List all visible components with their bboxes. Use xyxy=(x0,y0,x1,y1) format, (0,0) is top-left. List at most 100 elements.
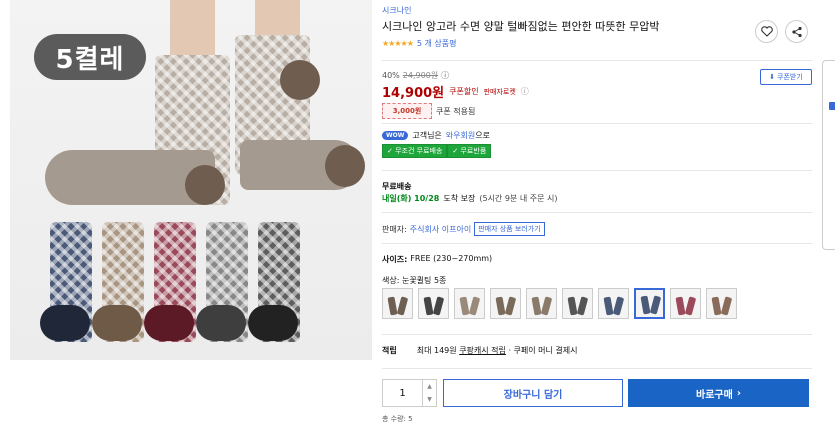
buy-now-button[interactable]: 바로구매 › xyxy=(628,379,809,407)
quantity-arrows: ▲ ▼ xyxy=(422,380,436,406)
color-swatch[interactable] xyxy=(634,288,665,319)
color-swatch[interactable] xyxy=(670,288,701,319)
discount-row: 40% 24,900원 ⓘ xyxy=(382,70,449,81)
swatch-sock-thumb xyxy=(423,296,434,316)
wow-suffix: 으로 xyxy=(475,131,490,140)
swatch-sock-thumb xyxy=(432,296,445,316)
color-swatch[interactable] xyxy=(526,288,557,319)
price-label: 쿠폰할인 xyxy=(449,87,479,96)
wishlist-button[interactable] xyxy=(755,20,778,43)
points-detail: 최대 149원 쿠팡캐시 적립 · 쿠페이 머니 결제시 xyxy=(417,345,578,356)
delivery-note: (5시간 9분 내 주문 시) xyxy=(479,194,558,203)
swatch-sock-thumb xyxy=(720,296,733,316)
sock-worn-left-heel xyxy=(185,165,225,205)
divider xyxy=(382,123,812,124)
swatch-sock-thumb xyxy=(387,296,398,316)
color-swatch[interactable] xyxy=(382,288,413,319)
chevron-down-icon[interactable]: ▼ xyxy=(423,393,436,406)
divider xyxy=(382,243,812,244)
buy-now-label: 바로구매 xyxy=(696,389,733,401)
seller-rocket-badge: 판매자로켓 xyxy=(483,87,516,96)
review-count[interactable]: 5 개 상품평 xyxy=(417,38,457,49)
sock-worn-right-heel xyxy=(280,60,320,100)
coupang-cash-link[interactable]: 쿠팡캐시 적립 xyxy=(459,346,506,355)
flat-sock-beige-toe xyxy=(92,305,142,341)
price-row: 14,900원 쿠폰할인 판매자로켓 ⓘ xyxy=(382,82,529,101)
swatch-sock-thumb xyxy=(675,296,686,316)
share-icon xyxy=(791,26,802,37)
checkbox-icon[interactable] xyxy=(829,102,835,110)
points-suffix: · 쿠페이 머니 결제시 xyxy=(508,346,578,355)
seller-row: 판매자: 주식회사 이프아이 판매자 상품 보러가기 xyxy=(382,222,545,236)
swatch-sock-thumb xyxy=(649,295,662,315)
free-return-tag: ✓ 무료반품 xyxy=(447,144,492,158)
flat-sock-charcoal-toe xyxy=(248,305,298,341)
color-swatch[interactable] xyxy=(418,288,449,319)
swatch-sock-thumb xyxy=(684,296,697,316)
quantity-stepper[interactable]: 1 ▲ ▼ xyxy=(382,379,437,407)
swatch-sock-thumb xyxy=(612,296,625,316)
coupon-download-button[interactable]: ⬇ 쿠폰받기 xyxy=(760,69,812,85)
share-button[interactable] xyxy=(785,20,808,43)
chevron-up-icon[interactable]: ▲ xyxy=(423,380,436,393)
color-label: 색상: 눈꽃퀼팅 5종 xyxy=(382,276,447,285)
points-max: 최대 149원 xyxy=(416,346,457,355)
pack-count-badge: 5켤레 xyxy=(34,34,146,80)
brand-link[interactable]: 시크나인 xyxy=(382,5,411,16)
shipping-label: 무료배송 xyxy=(382,182,412,191)
original-price: 24,900원 xyxy=(402,71,439,80)
swatch-sock-thumb xyxy=(504,296,517,316)
wow-row: WOW 고객님은 와우회원 으로 xyxy=(382,130,490,141)
swatch-sock-thumb xyxy=(459,296,470,316)
product-title: 시크나인 앙고라 수면 양말 털빠짐없는 편안한 따뜻한 무압박 xyxy=(382,20,660,33)
color-swatch[interactable] xyxy=(490,288,521,319)
discount-rate: 40% xyxy=(382,71,400,80)
swatch-sock-thumb xyxy=(396,296,409,316)
size-row: 사이즈: FREE (230~270mm) xyxy=(382,254,492,265)
color-swatch[interactable] xyxy=(562,288,593,319)
size-label: 사이즈: xyxy=(382,255,408,264)
coupon-amount-badge: 3,000원 xyxy=(382,103,432,119)
divider xyxy=(382,334,812,335)
swatch-sock-thumb xyxy=(540,296,553,316)
info-icon[interactable]: ⓘ xyxy=(441,70,449,81)
wow-prefix: 고객님은 xyxy=(412,131,442,140)
product-image: 5켤레 xyxy=(10,0,372,360)
wow-member-link[interactable]: 와우회원 xyxy=(446,130,475,141)
color-swatch[interactable] xyxy=(706,288,737,319)
swatch-sock-thumb xyxy=(603,296,614,316)
side-panel[interactable] xyxy=(822,60,835,250)
swatch-sock-thumb xyxy=(640,295,651,315)
color-swatch[interactable] xyxy=(598,288,629,319)
download-icon: ⬇ xyxy=(769,73,776,81)
seller-products-button[interactable]: 판매자 상품 보러가기 xyxy=(474,222,545,236)
delivery-date: 내일(화) 10/28 xyxy=(382,194,440,203)
divider xyxy=(382,212,812,213)
flat-sock-grey-toe xyxy=(196,305,246,341)
size-value: FREE (230~270mm) xyxy=(410,254,493,263)
free-shipping-tag: ✓ 무조건 무료배송 xyxy=(382,144,448,158)
shipping-row: 내일(화) 10/28 도착 보장 (5시간 9분 내 주문 시) xyxy=(382,193,557,204)
flat-sock-navy-toe xyxy=(40,305,90,341)
heart-icon xyxy=(760,26,773,37)
divider xyxy=(382,368,812,369)
sale-price: 14,900원 xyxy=(382,86,445,101)
swatch-sock-thumb xyxy=(468,296,481,316)
color-swatch[interactable] xyxy=(454,288,485,319)
star-rating-icon: ★★★★★ xyxy=(382,39,414,48)
product-info: 시크나인 시크나인 앙고라 수면 양말 털빠짐없는 편안한 따뜻한 무압박 ★★… xyxy=(382,0,812,422)
rating[interactable]: ★★★★★ 5 개 상품평 xyxy=(382,38,456,49)
seller-name-link[interactable]: 주식회사 이프아이 xyxy=(410,224,471,235)
seller-label: 판매자: xyxy=(382,224,407,234)
coupon-applied-text: 쿠폰 적용됨 xyxy=(436,106,476,116)
swatch-sock-thumb xyxy=(495,296,506,316)
add-to-cart-button[interactable]: 장바구니 담기 xyxy=(443,379,623,407)
coupon-download-label: 쿠폰받기 xyxy=(777,73,803,81)
quantity-value[interactable]: 1 xyxy=(383,380,422,406)
points-label: 적립 xyxy=(382,346,397,355)
price-info-icon[interactable]: ⓘ xyxy=(521,86,529,97)
color-swatches xyxy=(382,288,737,319)
coupon-row: 3,000원 쿠폰 적용됨 xyxy=(382,103,475,119)
swatch-sock-thumb xyxy=(531,296,542,316)
flat-sock-wine-toe xyxy=(144,305,194,341)
